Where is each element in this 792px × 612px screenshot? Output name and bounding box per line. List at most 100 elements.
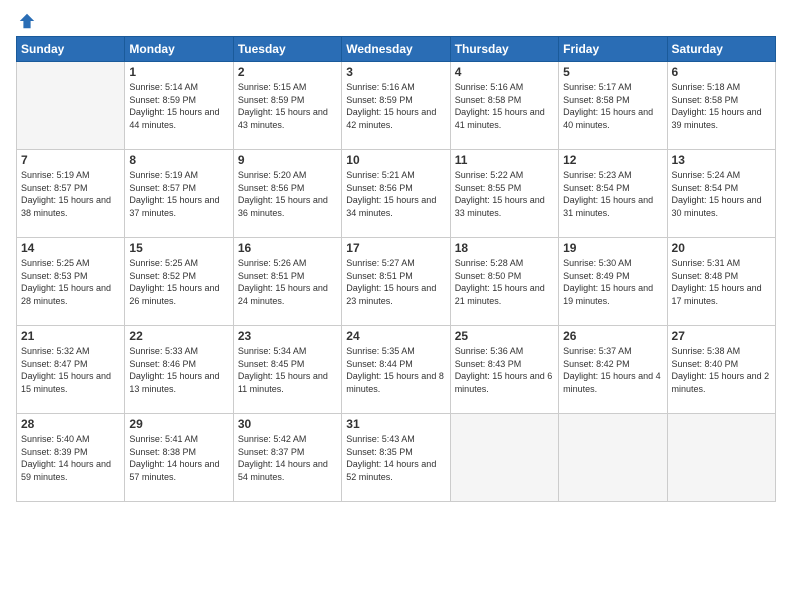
day-cell: 14 Sunrise: 5:25 AMSunset: 8:53 PMDayligh… xyxy=(17,238,125,326)
day-number: 9 xyxy=(238,153,337,167)
day-number: 7 xyxy=(21,153,120,167)
day-cell: 15 Sunrise: 5:25 AMSunset: 8:52 PMDayligh… xyxy=(125,238,233,326)
day-cell: 1 Sunrise: 5:14 AMSunset: 8:59 PMDaylight… xyxy=(125,62,233,150)
calendar: SundayMondayTuesdayWednesdayThursdayFrid… xyxy=(16,36,776,502)
day-info: Sunrise: 5:15 AMSunset: 8:59 PMDaylight:… xyxy=(238,81,337,131)
day-info: Sunrise: 5:17 AMSunset: 8:58 PMDaylight:… xyxy=(563,81,662,131)
page: SundayMondayTuesdayWednesdayThursdayFrid… xyxy=(0,0,792,612)
day-number: 20 xyxy=(672,241,771,255)
day-number: 30 xyxy=(238,417,337,431)
day-number: 19 xyxy=(563,241,662,255)
day-cell: 26Sunrise: 5:37 AMSunset: 8:42 PMDayligh… xyxy=(559,326,667,414)
day-info: Sunrise: 5:31 AMSunset: 8:48 PMDaylight:… xyxy=(672,257,771,307)
day-cell: 21Sunrise: 5:32 AMSunset: 8:47 PMDayligh… xyxy=(17,326,125,414)
day-info: Sunrise: 5:25 AMSunset: 8:53 PMDaylight:… xyxy=(21,257,120,307)
day-info: Sunrise: 5:34 AMSunset: 8:45 PMDaylight:… xyxy=(238,345,337,395)
day-cell: 30 Sunrise: 5:42 AMSunset: 8:37 PMDayligh… xyxy=(233,414,341,502)
day-number: 8 xyxy=(129,153,228,167)
day-info: Sunrise: 5:33 AMSunset: 8:46 PMDaylight:… xyxy=(129,345,228,395)
day-cell: 10 Sunrise: 5:21 AMSunset: 8:56 PMDayligh… xyxy=(342,150,450,238)
day-cell: 19Sunrise: 5:30 AMSunset: 8:49 PMDayligh… xyxy=(559,238,667,326)
day-cell: 24Sunrise: 5:35 AMSunset: 8:44 PMDayligh… xyxy=(342,326,450,414)
week-row-4: 21Sunrise: 5:32 AMSunset: 8:47 PMDayligh… xyxy=(17,326,776,414)
day-number: 4 xyxy=(455,65,554,79)
day-cell: 8 Sunrise: 5:19 AMSunset: 8:57 PMDaylight… xyxy=(125,150,233,238)
day-info: Sunrise: 5:36 AMSunset: 8:43 PMDaylight:… xyxy=(455,345,554,395)
day-number: 24 xyxy=(346,329,445,343)
day-number: 13 xyxy=(672,153,771,167)
day-cell: 9 Sunrise: 5:20 AMSunset: 8:56 PMDaylight… xyxy=(233,150,341,238)
day-cell: 28Sunrise: 5:40 AMSunset: 8:39 PMDayligh… xyxy=(17,414,125,502)
day-number: 12 xyxy=(563,153,662,167)
weekday-row: SundayMondayTuesdayWednesdayThursdayFrid… xyxy=(17,37,776,62)
day-info: Sunrise: 5:23 AMSunset: 8:54 PMDaylight:… xyxy=(563,169,662,219)
day-cell xyxy=(559,414,667,502)
day-cell xyxy=(17,62,125,150)
day-info: Sunrise: 5:19 AMSunset: 8:57 PMDaylight:… xyxy=(21,169,120,219)
day-info: Sunrise: 5:14 AMSunset: 8:59 PMDaylight:… xyxy=(129,81,228,131)
day-info: Sunrise: 5:20 AMSunset: 8:56 PMDaylight:… xyxy=(238,169,337,219)
day-cell: 2 Sunrise: 5:15 AMSunset: 8:59 PMDaylight… xyxy=(233,62,341,150)
day-cell: 12 Sunrise: 5:23 AMSunset: 8:54 PMDayligh… xyxy=(559,150,667,238)
weekday-header-monday: Monday xyxy=(125,37,233,62)
weekday-header-tuesday: Tuesday xyxy=(233,37,341,62)
day-cell: 23 Sunrise: 5:34 AMSunset: 8:45 PMDayligh… xyxy=(233,326,341,414)
day-info: Sunrise: 5:16 AMSunset: 8:59 PMDaylight:… xyxy=(346,81,445,131)
weekday-header-sunday: Sunday xyxy=(17,37,125,62)
day-info: Sunrise: 5:43 AMSunset: 8:35 PMDaylight:… xyxy=(346,433,445,483)
week-row-3: 14 Sunrise: 5:25 AMSunset: 8:53 PMDayligh… xyxy=(17,238,776,326)
day-number: 29 xyxy=(129,417,228,431)
day-info: Sunrise: 5:26 AMSunset: 8:51 PMDaylight:… xyxy=(238,257,337,307)
day-number: 2 xyxy=(238,65,337,79)
calendar-body: 1 Sunrise: 5:14 AMSunset: 8:59 PMDaylight… xyxy=(17,62,776,502)
week-row-5: 28Sunrise: 5:40 AMSunset: 8:39 PMDayligh… xyxy=(17,414,776,502)
day-cell: 7 Sunrise: 5:19 AMSunset: 8:57 PMDaylight… xyxy=(17,150,125,238)
day-info: Sunrise: 5:32 AMSunset: 8:47 PMDaylight:… xyxy=(21,345,120,395)
day-number: 27 xyxy=(672,329,771,343)
day-cell: 27 Sunrise: 5:38 AMSunset: 8:40 PMDayligh… xyxy=(667,326,775,414)
day-cell: 17Sunrise: 5:27 AMSunset: 8:51 PMDayligh… xyxy=(342,238,450,326)
week-row-2: 7 Sunrise: 5:19 AMSunset: 8:57 PMDaylight… xyxy=(17,150,776,238)
day-info: Sunrise: 5:16 AMSunset: 8:58 PMDaylight:… xyxy=(455,81,554,131)
day-number: 15 xyxy=(129,241,228,255)
calendar-header: SundayMondayTuesdayWednesdayThursdayFrid… xyxy=(17,37,776,62)
day-info: Sunrise: 5:42 AMSunset: 8:37 PMDaylight:… xyxy=(238,433,337,483)
day-cell: 29 Sunrise: 5:41 AMSunset: 8:38 PMDayligh… xyxy=(125,414,233,502)
day-cell: 5 Sunrise: 5:17 AMSunset: 8:58 PMDaylight… xyxy=(559,62,667,150)
day-number: 17 xyxy=(346,241,445,255)
day-cell: 25 Sunrise: 5:36 AMSunset: 8:43 PMDayligh… xyxy=(450,326,558,414)
day-cell: 16 Sunrise: 5:26 AMSunset: 8:51 PMDayligh… xyxy=(233,238,341,326)
weekday-header-saturday: Saturday xyxy=(667,37,775,62)
day-cell: 18Sunrise: 5:28 AMSunset: 8:50 PMDayligh… xyxy=(450,238,558,326)
header xyxy=(16,12,776,30)
day-info: Sunrise: 5:41 AMSunset: 8:38 PMDaylight:… xyxy=(129,433,228,483)
day-number: 25 xyxy=(455,329,554,343)
day-info: Sunrise: 5:18 AMSunset: 8:58 PMDaylight:… xyxy=(672,81,771,131)
day-info: Sunrise: 5:37 AMSunset: 8:42 PMDaylight:… xyxy=(563,345,662,395)
day-info: Sunrise: 5:38 AMSunset: 8:40 PMDaylight:… xyxy=(672,345,771,395)
day-cell: 11 Sunrise: 5:22 AMSunset: 8:55 PMDayligh… xyxy=(450,150,558,238)
day-number: 11 xyxy=(455,153,554,167)
day-info: Sunrise: 5:24 AMSunset: 8:54 PMDaylight:… xyxy=(672,169,771,219)
day-number: 22 xyxy=(129,329,228,343)
day-cell: 31 Sunrise: 5:43 AMSunset: 8:35 PMDayligh… xyxy=(342,414,450,502)
day-number: 3 xyxy=(346,65,445,79)
day-cell: 6 Sunrise: 5:18 AMSunset: 8:58 PMDaylight… xyxy=(667,62,775,150)
day-number: 5 xyxy=(563,65,662,79)
day-number: 23 xyxy=(238,329,337,343)
day-number: 10 xyxy=(346,153,445,167)
day-cell: 13 Sunrise: 5:24 AMSunset: 8:54 PMDayligh… xyxy=(667,150,775,238)
day-info: Sunrise: 5:28 AMSunset: 8:50 PMDaylight:… xyxy=(455,257,554,307)
day-number: 6 xyxy=(672,65,771,79)
day-info: Sunrise: 5:22 AMSunset: 8:55 PMDaylight:… xyxy=(455,169,554,219)
day-number: 16 xyxy=(238,241,337,255)
day-cell: 22 Sunrise: 5:33 AMSunset: 8:46 PMDayligh… xyxy=(125,326,233,414)
day-info: Sunrise: 5:19 AMSunset: 8:57 PMDaylight:… xyxy=(129,169,228,219)
day-info: Sunrise: 5:21 AMSunset: 8:56 PMDaylight:… xyxy=(346,169,445,219)
day-number: 1 xyxy=(129,65,228,79)
day-cell: 4 Sunrise: 5:16 AMSunset: 8:58 PMDaylight… xyxy=(450,62,558,150)
day-cell xyxy=(450,414,558,502)
day-number: 14 xyxy=(21,241,120,255)
day-number: 31 xyxy=(346,417,445,431)
day-info: Sunrise: 5:25 AMSunset: 8:52 PMDaylight:… xyxy=(129,257,228,307)
